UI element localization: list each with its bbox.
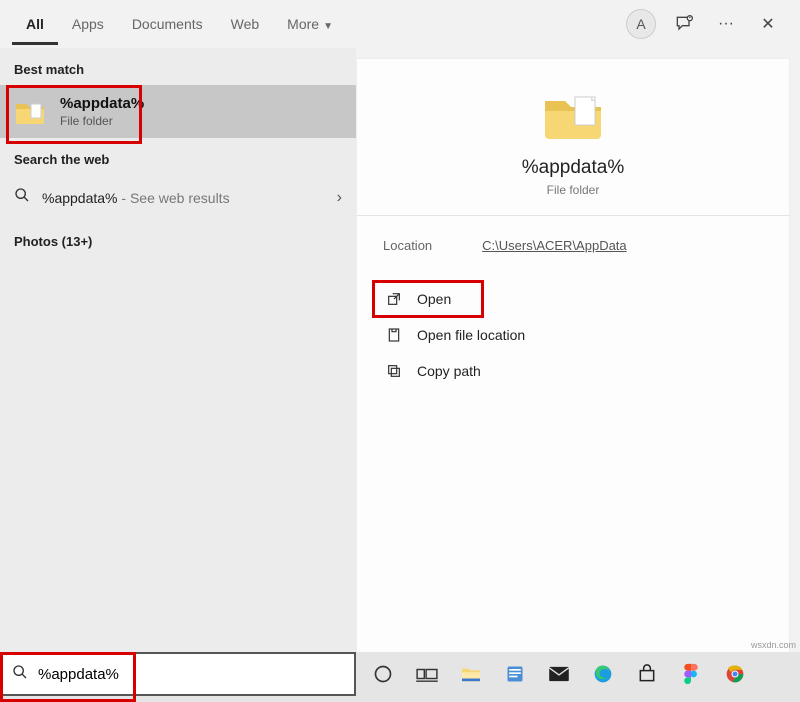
folder-large-icon [541, 89, 605, 143]
search-icon [12, 664, 28, 685]
preview-panel: %appdata% File folder Location C:\Users\… [356, 58, 790, 686]
action-copy-path-label: Copy path [417, 363, 481, 379]
figma-icon[interactable] [678, 661, 704, 687]
edge-icon[interactable] [590, 661, 616, 687]
chevron-right-icon: › [337, 189, 342, 207]
section-best-match: Best match [0, 48, 356, 85]
tab-documents[interactable]: Documents [118, 4, 217, 45]
results-panel: Best match %appdata% File folder Search … [0, 48, 356, 696]
mail-icon[interactable] [546, 661, 572, 687]
section-search-web: Search the web [0, 138, 356, 175]
location-label: Location [383, 238, 432, 253]
feedback-icon[interactable] [670, 10, 698, 38]
web-result-term: %appdata% [42, 190, 118, 206]
web-result-suffix: - See web results [118, 190, 230, 206]
open-icon [385, 291, 403, 307]
chevron-down-icon: ▼ [323, 21, 333, 32]
location-value[interactable]: C:\Users\ACER\AppData [482, 238, 627, 253]
preview-subtitle: File folder [547, 183, 600, 197]
chrome-icon[interactable] [722, 661, 748, 687]
close-button[interactable]: ✕ [754, 10, 782, 38]
tab-all[interactable]: All [12, 4, 58, 45]
cortana-icon[interactable] [370, 661, 396, 687]
copy-icon [385, 363, 403, 379]
taskbar [356, 652, 800, 696]
action-open-location[interactable]: Open file location [373, 317, 773, 353]
overflow-menu[interactable]: ··· [712, 10, 740, 38]
best-match-subtitle: File folder [60, 114, 144, 128]
file-explorer-icon[interactable] [458, 661, 484, 687]
tab-more[interactable]: More ▼ [273, 4, 347, 45]
store-icon[interactable] [634, 661, 660, 687]
app-icon-1[interactable] [502, 661, 528, 687]
action-open-label: Open [417, 291, 451, 307]
watermark: wsxdn.com [751, 640, 796, 650]
tab-web[interactable]: Web [217, 4, 274, 45]
tabs-row: All Apps Documents Web More ▼ A ··· ✕ [0, 0, 800, 48]
action-copy-path[interactable]: Copy path [373, 353, 773, 389]
tab-more-label: More [287, 16, 319, 32]
tab-apps[interactable]: Apps [58, 4, 118, 45]
web-result[interactable]: %appdata% - See web results › [0, 175, 356, 220]
open-location-icon [385, 327, 403, 343]
action-open[interactable]: Open [373, 281, 483, 317]
task-view-icon[interactable] [414, 661, 440, 687]
section-photos: Photos (13+) [0, 220, 356, 257]
search-icon [14, 187, 30, 208]
action-open-location-label: Open file location [417, 327, 525, 343]
best-match-result[interactable]: %appdata% File folder [0, 85, 356, 138]
best-match-title: %appdata% [60, 95, 144, 112]
preview-title: %appdata% [522, 157, 624, 179]
search-input[interactable] [38, 666, 344, 683]
search-box[interactable] [0, 652, 356, 696]
folder-icon [14, 96, 46, 128]
user-avatar[interactable]: A [626, 9, 656, 39]
